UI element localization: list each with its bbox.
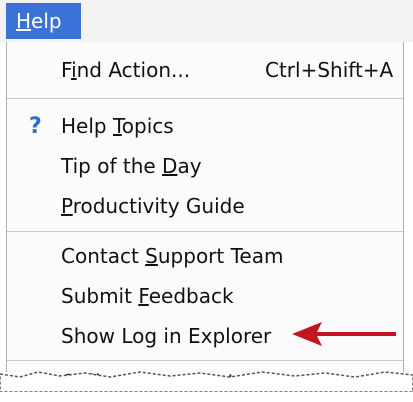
red-arrow-annotation [292, 322, 396, 346]
menu-bar: Help [0, 0, 413, 42]
menu-item-label: Submit Feedback [61, 284, 234, 308]
torn-edge [0, 371, 413, 392]
help-menu-tab[interactable]: Help [6, 3, 81, 39]
menu-separator [7, 98, 403, 99]
menu-item-label: Find Action... [61, 58, 191, 82]
menu-item-contact-support[interactable]: Contact Support Team [7, 236, 403, 276]
menu-item-productivity-guide[interactable]: Productivity Guide [7, 186, 403, 226]
help-mnemonic: H [16, 9, 32, 33]
menu-item-label: Tip of the Day [61, 154, 202, 178]
menu-item-submit-feedback[interactable]: Submit Feedback [7, 276, 403, 316]
menu-item-help-topics[interactable]: ? Help Topics [7, 106, 403, 146]
help-label-rest: elp [31, 9, 62, 33]
menu-item-label: Help Topics [61, 114, 174, 138]
menu-item-find-action[interactable]: Find Action... Ctrl+Shift+A [7, 50, 403, 90]
menu-item-label: Contact Support Team [61, 244, 284, 268]
menu-separator [7, 360, 403, 361]
menu-item-label: Show Log in Explorer [61, 324, 272, 348]
menu-separator [7, 231, 403, 232]
menu-item-label: Productivity Guide [61, 194, 245, 218]
help-question-icon: ? [29, 113, 42, 139]
shortcut-label: Ctrl+Shift+A [265, 58, 394, 82]
menu-item-tip-of-the-day[interactable]: Tip of the Day [7, 146, 403, 186]
